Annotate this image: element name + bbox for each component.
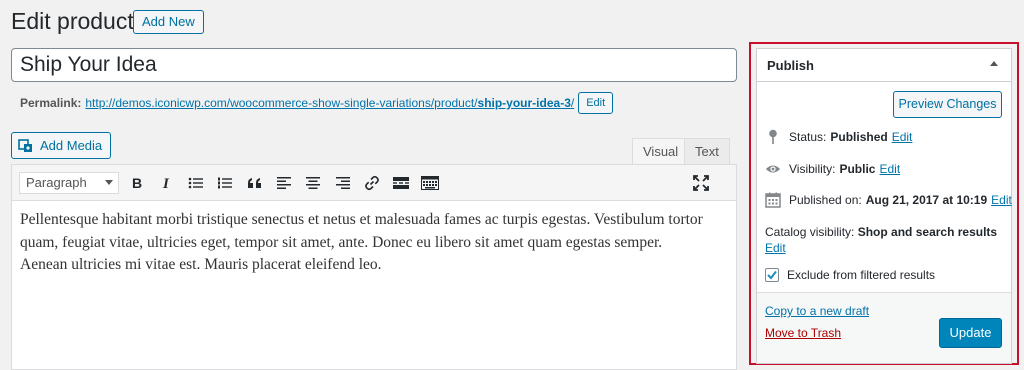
publish-box-title: Publish [767,58,814,73]
add-media-button[interactable]: Add Media [11,132,112,159]
editor-content[interactable]: Pellentesque habitant morbi tristique se… [20,209,710,277]
pin-icon [765,129,781,145]
fullscreen-icon[interactable] [691,173,711,193]
media-icon [18,138,34,154]
exclude-filtered-label: Exclude from filtered results [787,268,936,282]
permalink-trailing-slash: / [570,96,575,110]
permalink-link[interactable]: http://demos.iconicwp.com/woocommerce-sh… [85,96,574,110]
published-on-label: Published on: [789,193,862,207]
align-left-icon[interactable] [274,173,294,193]
published-on-value: Aug 21, 2017 at 10:19 [865,193,988,207]
preview-changes-button[interactable]: Preview Changes [893,91,1002,118]
add-new-button[interactable]: Add New [133,10,204,34]
permalink-slug: ship-your-idea-3 [477,96,571,110]
format-select-value: Paragraph [26,175,87,190]
toolbar-toggle-icon[interactable] [420,173,440,193]
move-to-trash-link[interactable]: Move to Trash [765,326,841,340]
numbered-list-icon[interactable] [215,173,235,193]
status-row: Status: Published Edit [765,129,912,145]
checkmark-icon [767,270,777,280]
link-icon[interactable] [362,173,382,193]
bullet-list-icon[interactable] [186,173,206,193]
post-title-input[interactable] [11,48,737,82]
permalink-edit-button[interactable]: Edit [578,92,614,114]
visibility-value: Public [839,162,876,176]
bold-icon[interactable]: B [127,173,147,193]
exclude-filtered-row: Exclude from filtered results [765,268,935,282]
eye-icon [765,161,781,177]
published-on-row: Published on: Aug 21, 2017 at 10:19 Edit [765,192,1012,208]
calendar-icon [765,192,781,208]
permalink-label: Permalink: [20,96,82,110]
status-label: Status: [789,130,827,144]
italic-icon[interactable]: I [157,173,177,193]
blockquote-icon[interactable] [245,173,265,193]
tab-text[interactable]: Text [684,138,730,164]
svg-text:I: I [162,176,170,190]
align-center-icon[interactable] [303,173,323,193]
svg-text:B: B [132,176,142,190]
chevron-down-icon [105,180,113,185]
status-edit-link[interactable]: Edit [892,130,913,144]
copy-to-draft-link[interactable]: Copy to a new draft [765,304,869,318]
collapse-toggle-icon[interactable] [990,61,998,66]
catalog-visibility-value: Shop and search results [857,225,998,239]
catalog-visibility-label: Catalog visibility: [765,225,855,239]
read-more-icon[interactable] [391,173,411,193]
format-select[interactable]: Paragraph [19,172,119,194]
add-media-label: Add Media [40,138,103,153]
published-on-edit-link[interactable]: Edit [991,193,1012,207]
page-title: Edit product [11,8,134,34]
align-right-icon[interactable] [333,173,353,193]
permalink-row: Permalink: http://demos.iconicwp.com/woo… [20,91,614,115]
catalog-visibility-row: Catalog visibility: Shop and search resu… [765,224,1005,256]
visibility-label: Visibility: [789,162,836,176]
exclude-filtered-checkbox[interactable] [765,268,779,282]
status-value: Published [830,130,888,144]
visibility-edit-link[interactable]: Edit [879,162,900,176]
permalink-base: http://demos.iconicwp.com/woocommerce-sh… [85,96,478,110]
tab-visual[interactable]: Visual [632,138,690,164]
visibility-row: Visibility: Public Edit [765,161,900,177]
catalog-visibility-edit-link[interactable]: Edit [765,241,786,255]
update-button[interactable]: Update [939,318,1002,348]
